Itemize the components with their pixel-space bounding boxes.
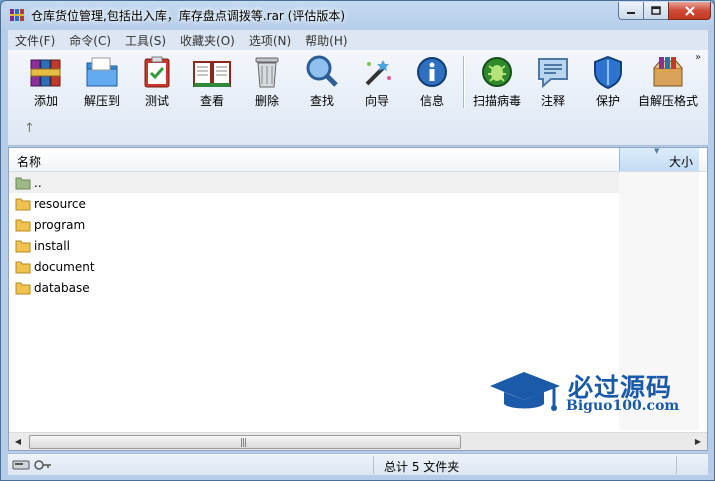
watermark-logo: 必过源码 Biguo100.com [488,368,698,420]
app-window: 仓库货位管理,包括出入库，库存盘点调拨等.rar (评估版本) 文件(F) 命令… [0,0,715,481]
folder-extract-icon [86,57,118,87]
status-summary: 总计 5 文件夹 [384,460,460,474]
list-header: 名称 ▼ 大小 [9,148,707,172]
minimize-icon [627,11,635,14]
protect-button[interactable]: 保护 [580,54,636,112]
comment-button[interactable]: 注释 [525,54,581,112]
list-item-database[interactable]: database [9,277,619,298]
list-item-label: resource [34,196,86,211]
shield-icon [594,55,622,90]
clipboard-check-icon [144,56,170,88]
extract-to-label: 解压到 [83,94,120,108]
folder-icon [15,198,31,210]
winrar-app-icon [10,9,24,21]
view-button[interactable]: 查看 [184,54,240,112]
comment-icon [538,58,568,89]
drive-key-icon[interactable] [12,458,52,472]
status-divider [373,456,374,474]
status-divider [676,456,677,474]
horizontal-scrollbar[interactable]: ◀ ||| ▶ [9,432,707,450]
wizard-button[interactable]: 向导 [349,54,405,112]
info-label: 信息 [419,94,444,108]
minimize-button[interactable] [618,2,644,20]
test-label: 测试 [144,94,169,108]
column-size-label: 大小 [668,155,693,169]
title-bar[interactable]: 仓库货位管理,包括出入库，库存盘点调拨等.rar (评估版本) [1,1,714,29]
list-item-document[interactable]: document [9,256,619,277]
toolbar-separator [463,56,464,108]
books-add-icon [30,59,61,87]
trash-can-icon [255,57,279,88]
folder-icon [15,282,31,294]
delete-label: 删除 [254,94,279,108]
maximize-icon [651,6,661,15]
scan-virus-button[interactable]: 扫描病毒 [469,54,525,112]
list-item-label: document [34,259,95,274]
toolbar-overflow-chevron[interactable]: » [695,52,701,63]
find-button[interactable]: 查找 [294,54,350,112]
open-book-icon [193,61,231,87]
find-label: 查找 [309,94,334,108]
list-item-program[interactable]: program [9,214,619,235]
wizard-label: 向导 [364,94,389,108]
protect-label: 保护 [595,94,620,108]
virus-scan-icon [482,57,512,87]
folder-icon [15,240,31,252]
scan-virus-label: 扫描病毒 [472,94,521,108]
folder-icon [15,261,31,273]
list-item-parent[interactable]: .. [9,172,619,193]
folder-icon [15,219,31,231]
menu-options[interactable]: 选项(N) [242,32,298,49]
menu-tools[interactable]: 工具(S) [118,32,173,49]
list-item-install[interactable]: install [9,235,619,256]
menu-bar: 文件(F) 命令(C) 工具(S) 收藏夹(O) 选项(N) 帮助(H) [8,30,708,50]
extract-to-button[interactable]: 解压到 [74,54,130,112]
magic-wand-icon [365,60,391,86]
up-folder-button[interactable]: ↑ [24,121,35,136]
list-rows: .. resource program install document dat… [9,172,619,298]
window-title: 仓库货位管理,包括出入库，库存盘点调拨等.rar (评估版本) [31,9,346,23]
file-list: 名称 ▼ 大小 .. resource program install docu… [8,147,708,451]
list-item-label: .. [34,175,42,190]
maximize-button[interactable] [643,2,669,20]
menu-commands[interactable]: 命令(C) [62,32,118,49]
list-item-label: install [34,238,70,253]
comment-label: 注释 [540,94,565,108]
scroll-right-arrow-icon[interactable]: ▶ [691,435,705,449]
sfx-button[interactable]: 自解压格式 [636,54,700,112]
menu-file[interactable]: 文件(F) [8,32,62,49]
info-button[interactable]: 信息 [404,54,460,112]
graduation-cap-icon [490,372,560,411]
close-icon [684,5,695,16]
list-item-label: program [34,217,86,232]
column-size-header[interactable]: ▼ 大小 [619,148,699,171]
menu-favorites[interactable]: 收藏夹(O) [173,32,242,49]
sfx-box-icon [653,57,683,87]
close-button[interactable] [668,2,711,20]
scrollbar-thumb[interactable]: ||| [29,435,461,449]
sort-arrow-icon: ▼ [654,147,660,155]
watermark-url: Biguo100.com [566,398,680,414]
magnifier-icon [306,55,338,87]
list-item-label: database [34,280,90,295]
sfx-label: 自解压格式 [637,94,698,108]
info-icon [417,57,447,87]
column-name-header[interactable]: 名称 [17,153,41,170]
scroll-left-arrow-icon[interactable]: ◀ [11,435,25,449]
test-button[interactable]: 测试 [129,54,185,112]
add-label: 添加 [33,94,58,108]
parent-folder-icon [15,177,31,189]
list-item-resource[interactable]: resource [9,193,619,214]
delete-button[interactable]: 删除 [239,54,295,112]
add-button[interactable]: 添加 [18,54,74,112]
menu-help[interactable]: 帮助(H) [298,32,354,49]
status-bar: 总计 5 文件夹 [8,453,708,475]
view-label: 查看 [199,94,224,108]
scrollbar-grip-icon: ||| [240,438,247,448]
toolbar: 添加 解压到 测试 查看 删除 查找 向导 信息 扫描病毒 注释 保护 自解压格… [8,50,708,146]
